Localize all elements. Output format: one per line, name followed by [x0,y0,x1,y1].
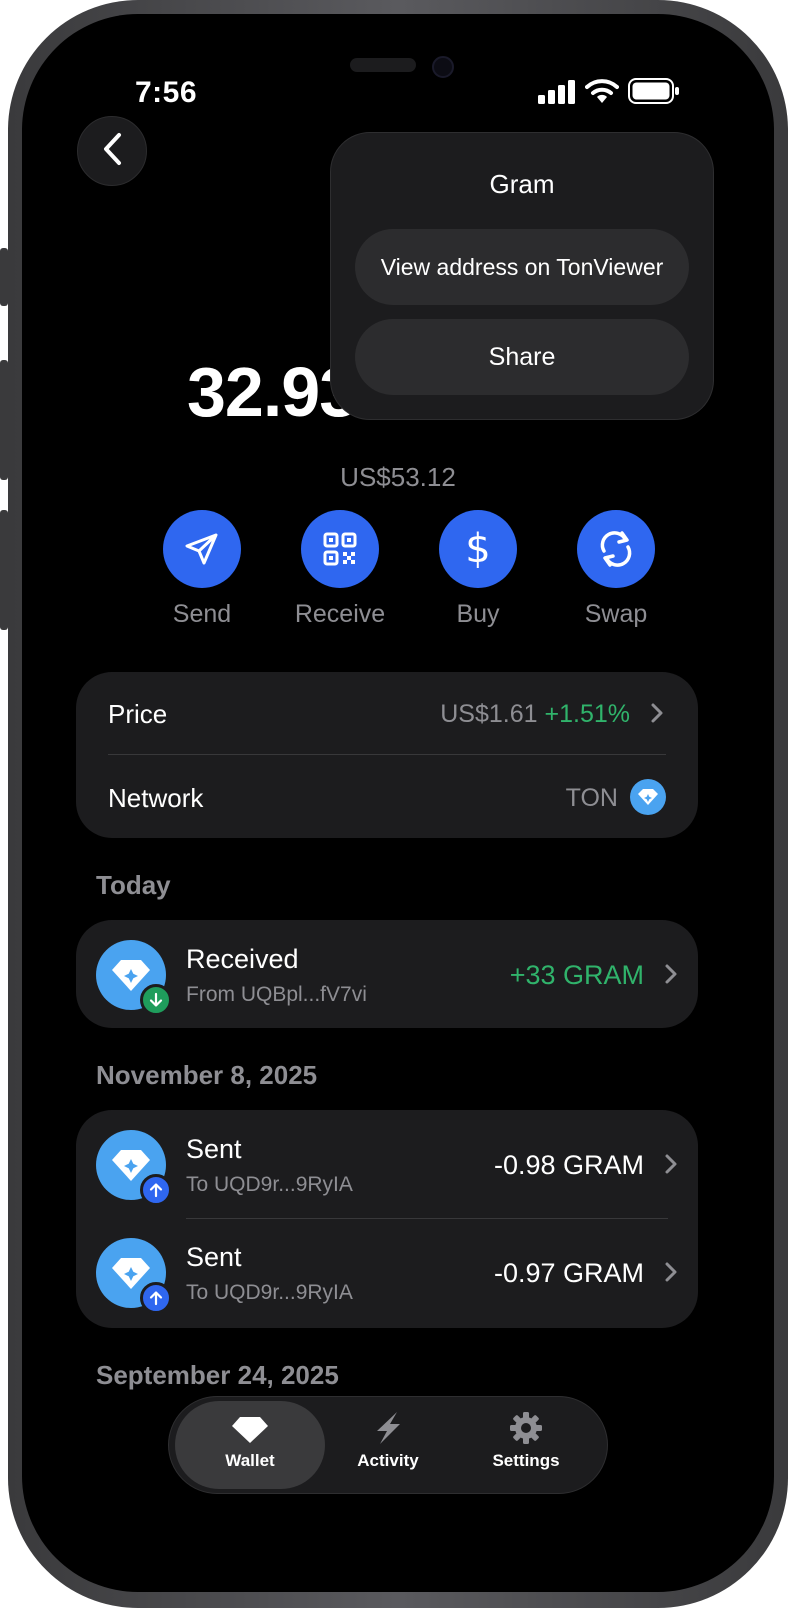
fiat-balance: US$53.12 [340,462,456,492]
tab-activity[interactable]: Activity [313,1401,463,1489]
network-row: Network TON [76,755,698,838]
arrow-down-icon [140,984,172,1016]
send-icon [163,510,241,588]
swap-label: Swap [584,600,648,628]
signal-icon [538,80,576,109]
network-value: TON [565,784,618,812]
volume-down-button [0,510,8,630]
swap-button[interactable]: Swap [556,510,676,629]
buy-button[interactable]: $ Buy [418,510,538,629]
dollar-icon: $ [439,510,517,588]
status-time: 7:56 [135,76,198,109]
price-label: Price [108,699,168,729]
price-value: US$1.61 [440,700,538,728]
chevron-right-icon [664,1153,678,1180]
section-header-today: Today [96,870,171,900]
receive-button[interactable]: Receive [280,510,400,629]
action-button [0,248,8,306]
transaction-amount: -0.98 GRAM [493,1150,644,1180]
section-header-september: September 24, 2025 [96,1360,339,1390]
divider [186,1218,668,1219]
price-row[interactable]: Price US$1.61 +1.51% [76,672,698,754]
front-camera [432,56,454,78]
diamond-icon [175,1401,325,1445]
swap-icon [577,510,655,588]
wifi-icon [585,78,619,109]
transaction-address: From UQBpl...fV7vi [186,983,367,1006]
chevron-right-icon [664,963,678,990]
transaction-row[interactable]: Sent To UQD9r...9RyIA -0.98 GRAM [76,1110,698,1218]
transaction-amount: -0.97 GRAM [493,1258,644,1288]
gear-icon [451,1401,601,1445]
transaction-group-november: Sent To UQD9r...9RyIA -0.98 GRAM Sent To… [76,1110,698,1328]
transaction-group-today: Received From UQBpl...fV7vi +33 GRAM [76,920,698,1028]
receive-label: Receive [294,600,386,628]
battery-icon [628,78,680,109]
menu-title: Gram [489,169,555,199]
context-menu: Gram View address on TonViewer Share [330,132,714,420]
network-label: Network [108,783,204,813]
view-address-button[interactable]: View address on TonViewer [355,229,689,305]
arrow-up-icon [140,1174,172,1206]
arrow-up-icon [140,1282,172,1314]
chevron-right-icon [650,702,664,729]
lightning-icon [313,1401,463,1445]
qr-code-icon [301,510,379,588]
send-button[interactable]: Send [142,510,262,629]
tab-settings[interactable]: Settings [451,1401,601,1489]
speaker-grille [350,58,416,72]
tab-activity-label: Activity [357,1451,419,1470]
info-card: Price US$1.61 +1.51% Network TON [76,672,698,838]
buy-label: Buy [456,600,500,628]
action-bar: Send Receive $ Buy Swap [142,510,655,640]
chevron-right-icon [664,1261,678,1288]
transaction-address: To UQD9r...9RyIA [186,1281,353,1304]
transaction-address: To UQD9r...9RyIA [186,1173,353,1196]
transaction-title: Sent [186,1134,242,1164]
share-button[interactable]: Share [355,319,689,395]
chevron-left-icon [101,132,123,171]
ton-diamond-icon [630,779,666,815]
send-label: Send [172,600,232,628]
transaction-row[interactable]: Received From UQBpl...fV7vi +33 GRAM [76,920,698,1028]
price-change: +1.51% [544,700,631,728]
back-button[interactable] [77,116,147,186]
tab-settings-label: Settings [492,1451,560,1470]
transaction-title: Sent [186,1242,242,1272]
screen: 7:56 32.93 US$53.12 Send Receive $ Buy S… [22,14,774,1592]
tab-bar: Wallet Activity Settings [168,1396,608,1494]
tab-wallet[interactable]: Wallet [175,1401,325,1489]
price-value-group: US$1.61 +1.51% [440,700,630,729]
transaction-row[interactable]: Sent To UQD9r...9RyIA -0.97 GRAM [76,1220,698,1328]
section-header-november: November 8, 2025 [96,1060,318,1090]
volume-up-button [0,360,8,480]
tab-wallet-label: Wallet [225,1451,275,1470]
transaction-amount: +33 GRAM [509,960,644,990]
transaction-title: Received [186,944,299,974]
